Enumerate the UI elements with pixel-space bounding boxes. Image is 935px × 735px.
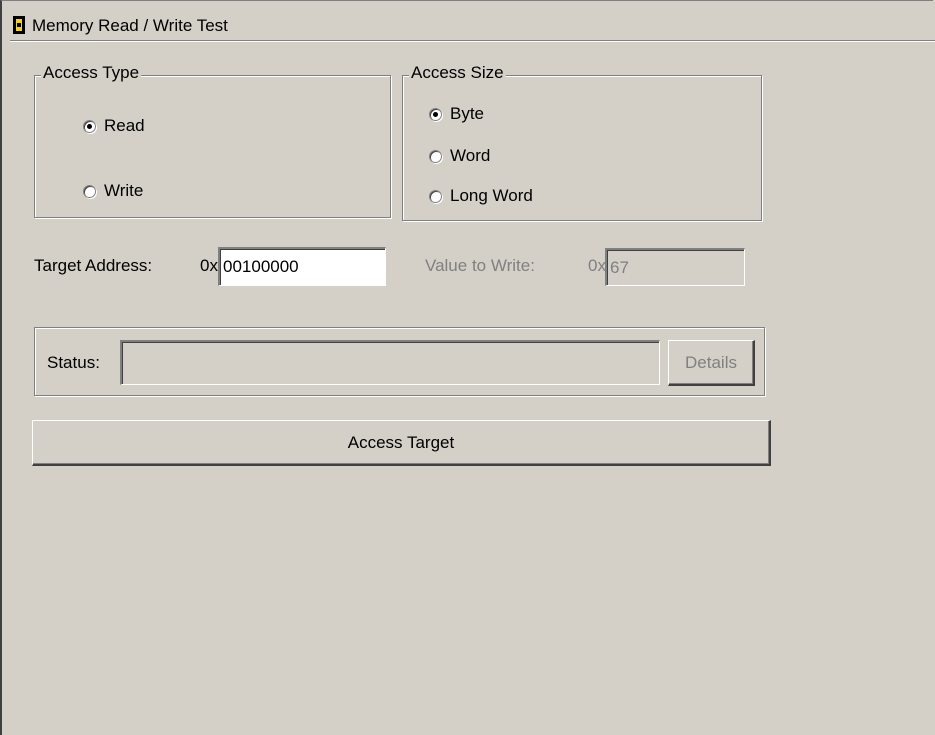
- status-label: Status:: [47, 353, 100, 372]
- radio-byte-indicator[interactable]: [429, 107, 442, 121]
- radio-long-word[interactable]: Long Word: [429, 186, 533, 206]
- access-size-group: Access Size Byte Word Long Word: [402, 63, 762, 221]
- target-address-prefix: 0x: [200, 256, 218, 275]
- radio-word[interactable]: Word: [429, 146, 490, 166]
- radio-write-indicator[interactable]: [83, 184, 96, 198]
- radio-byte-label: Byte: [450, 104, 485, 123]
- details-button[interactable]: Details: [668, 340, 755, 386]
- access-size-label: Access Size: [409, 63, 506, 83]
- radio-long-word-indicator[interactable]: [429, 189, 442, 203]
- window-title: Memory Read / Write Test: [32, 16, 228, 35]
- status-group: Status: Details: [34, 327, 765, 396]
- app-icon: [13, 16, 25, 34]
- value-to-write-label: Value to Write:: [425, 256, 535, 275]
- status-field: [120, 340, 660, 385]
- radio-read[interactable]: Read: [83, 116, 145, 136]
- value-to-write-prefix: 0x: [588, 256, 606, 275]
- radio-long-word-label: Long Word: [450, 186, 533, 205]
- radio-write[interactable]: Write: [83, 181, 143, 201]
- radio-write-label: Write: [104, 181, 144, 200]
- title-bar: Memory Read / Write Test: [10, 10, 935, 41]
- access-target-button[interactable]: Access Target: [32, 420, 771, 466]
- radio-read-indicator[interactable]: [83, 119, 96, 133]
- target-address-label: Target Address:: [34, 256, 153, 275]
- radio-read-label: Read: [104, 116, 145, 135]
- radio-word-label: Word: [450, 146, 491, 165]
- radio-byte[interactable]: Byte: [429, 104, 484, 124]
- value-to-write-input[interactable]: [605, 248, 745, 286]
- app-window: Memory Read / Write Test Access Type Rea…: [0, 0, 935, 735]
- target-address-input[interactable]: [218, 247, 386, 286]
- radio-word-indicator[interactable]: [429, 149, 442, 163]
- access-type-group: Access Type Read Write: [34, 63, 391, 218]
- access-type-label: Access Type: [41, 63, 142, 83]
